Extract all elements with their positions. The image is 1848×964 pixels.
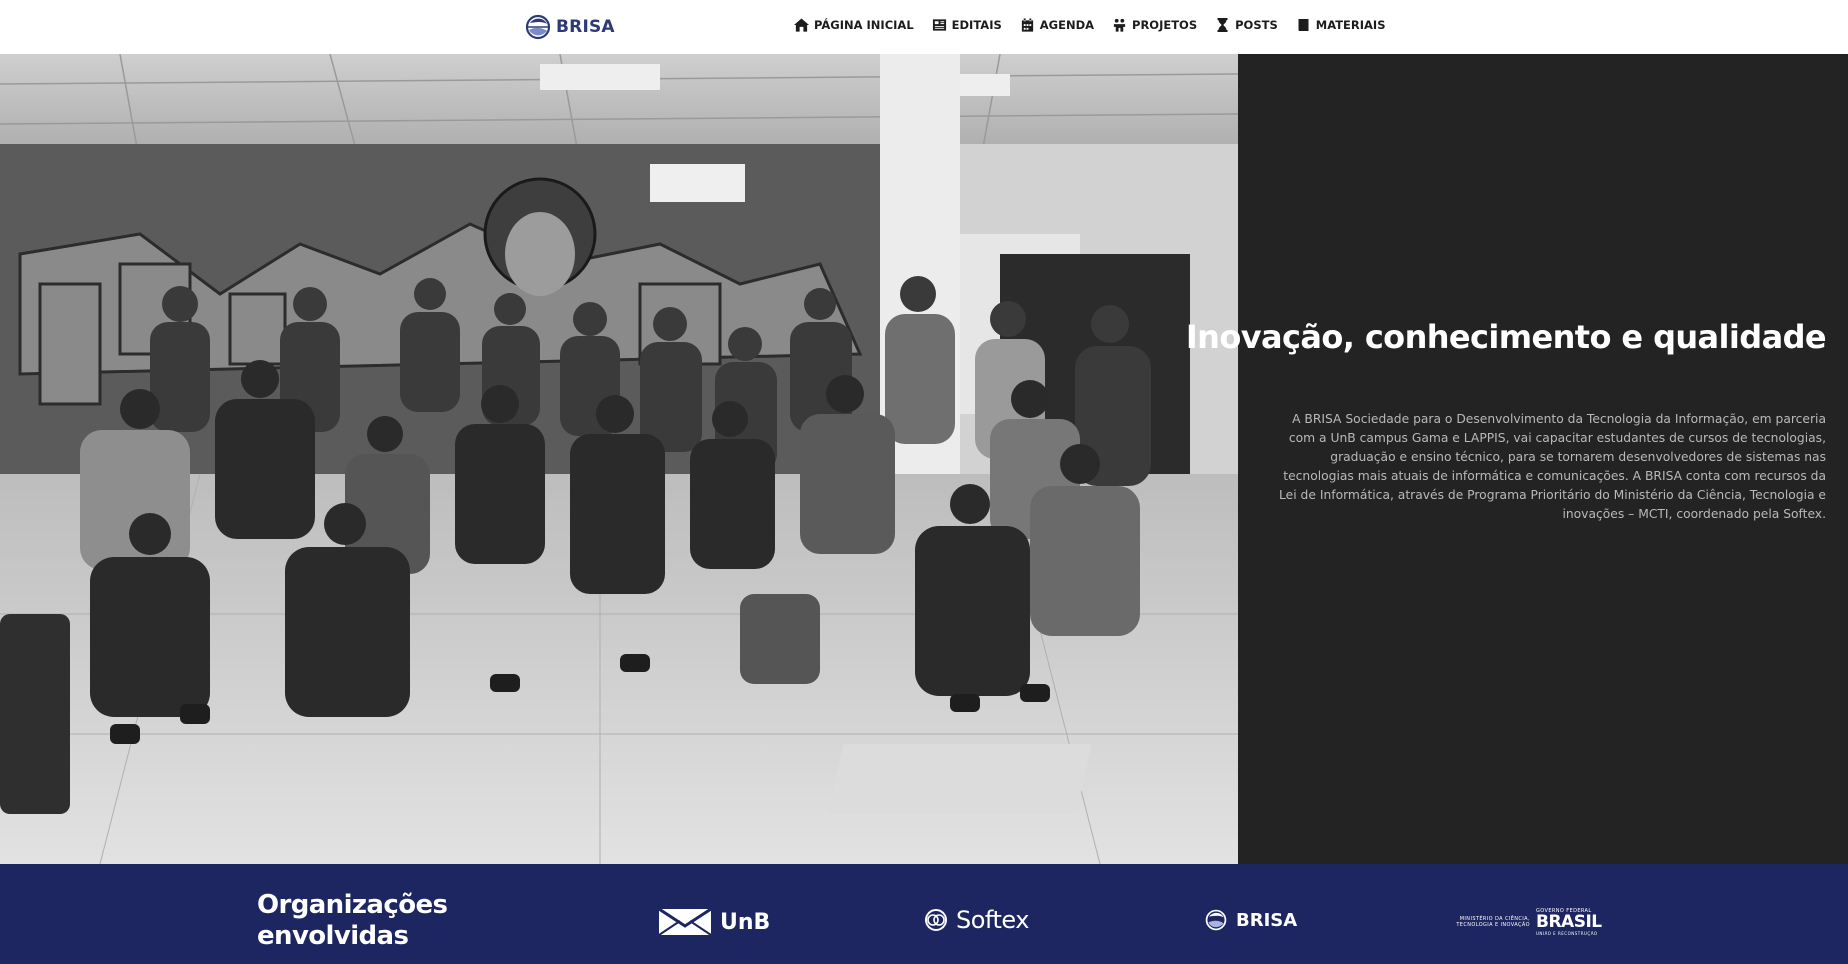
home-icon — [794, 18, 809, 32]
softex-circle-icon — [925, 909, 947, 931]
nav-item-projetos[interactable]: PROJETOS — [1112, 18, 1197, 32]
brisa-swirl-icon — [1205, 909, 1227, 931]
nav-label: EDITAIS — [951, 18, 1002, 32]
unb-envelope-icon — [658, 908, 712, 936]
brand-logo-link[interactable]: BRISA — [524, 10, 615, 44]
brand-name: BRISA — [556, 17, 615, 37]
mcti-gov-logo[interactable]: MINISTÉRIO DA CIÊNCIA, TECNOLOGIA E INOV… — [1452, 908, 1602, 936]
people-carry-icon — [1113, 18, 1126, 32]
nav-label: AGENDA — [1039, 18, 1095, 32]
newspaper-icon — [932, 19, 946, 31]
nav-item-posts[interactable]: POSTS — [1215, 18, 1278, 32]
mcti-ministry-text: MINISTÉRIO DA CIÊNCIA, TECNOLOGIA E INOV… — [1456, 916, 1530, 928]
hourglass-icon — [1217, 18, 1228, 32]
calendar-icon — [1021, 18, 1033, 32]
nav-label: PROJETOS — [1132, 18, 1198, 32]
gov-brasil-mark: GOVERNO FEDERAL BRASIL UNIÃO E RECONSTRU… — [1536, 908, 1602, 936]
organizations-title: Organizações envolvidas — [257, 890, 448, 951]
gov-tagline: UNIÃO E RECONSTRUÇÃO — [1536, 931, 1598, 936]
hero-description: A BRISA Sociedade para o Desenvolvimento… — [1279, 412, 1826, 521]
brisa-footer-logo[interactable]: BRISA — [1204, 908, 1297, 932]
nav-label: MATERIAIS — [1315, 18, 1386, 32]
book-icon — [1298, 19, 1309, 31]
brisa-footer-name: BRISA — [1236, 909, 1298, 931]
nav-item-pagina-inicial[interactable]: PÁGINA INICIAL — [794, 18, 914, 32]
main-nav: PÁGINA INICIAL EDITAIS AGENDA PROJETOS P… — [794, 18, 1386, 32]
brasil-wordmark: BRASIL — [1536, 912, 1602, 932]
brisa-logo-icon — [525, 14, 551, 40]
hero-section: Inovação, conhecimento e qualidade A BRI… — [0, 54, 1848, 864]
hero-text-panel: Inovação, conhecimento e qualidade A BRI… — [1186, 54, 1827, 864]
nav-label: POSTS — [1235, 18, 1278, 32]
unb-name: UnB — [720, 909, 771, 935]
nav-item-agenda[interactable]: AGENDA — [1020, 18, 1094, 32]
hero-title: Inovação, conhecimento e qualidade — [1185, 318, 1827, 356]
nav-label: PÁGINA INICIAL — [814, 18, 914, 32]
nav-item-materiais[interactable]: MATERIAIS — [1296, 18, 1386, 32]
unb-logo[interactable]: UnB — [658, 908, 770, 936]
group-photo-image — [0, 54, 1238, 864]
softex-name: Softex — [956, 906, 1029, 934]
group-photo — [0, 54, 1238, 864]
organizations-section: Organizações envolvidas UnB Softex BRISA… — [0, 864, 1848, 964]
navbar: BRISA PÁGINA INICIAL EDITAIS AGENDA PROJ… — [0, 0, 1848, 54]
softex-logo[interactable]: Softex — [924, 906, 1029, 934]
nav-item-editais[interactable]: EDITAIS — [932, 18, 1002, 32]
